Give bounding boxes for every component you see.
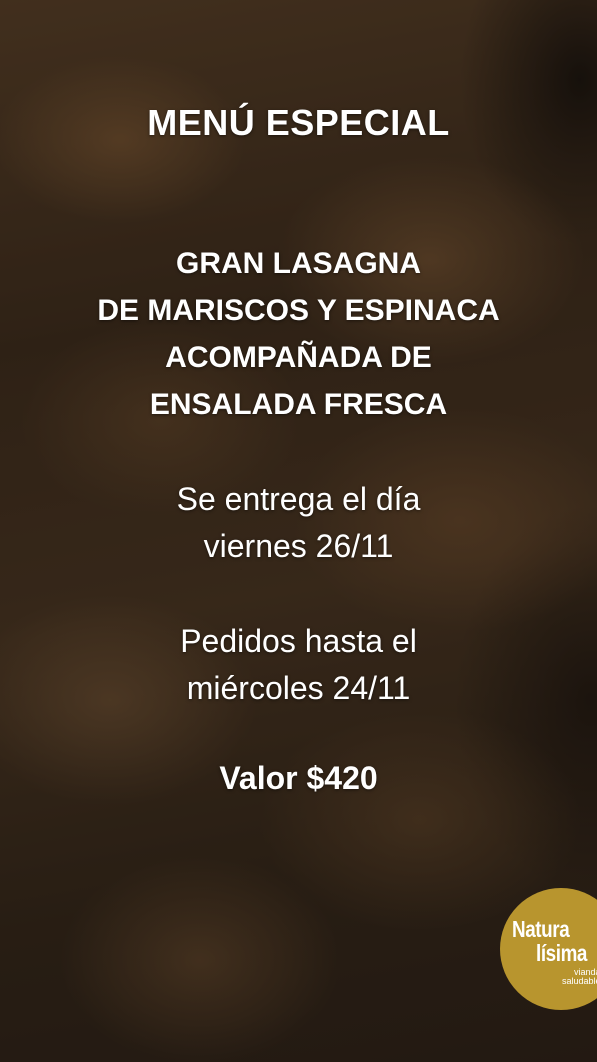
dish-line: ACOMPAÑADA DE [165, 341, 432, 374]
logo-text-line1: Natura [512, 916, 570, 942]
delivery-line: viernes 26/11 [203, 528, 394, 564]
price-label: Valor $420 [219, 760, 378, 796]
logo-tagline-line2: saludables [562, 976, 597, 986]
dish-line: ENSALADA FRESCA [149, 388, 448, 421]
dish-description: GRAN LASAGNA DE MARISCOS Y ESPINACA ACOM… [0, 240, 597, 428]
logo-tagline: viandas saludables [562, 968, 597, 986]
orders-line: Pedidos hasta el [180, 623, 417, 659]
dish-line: GRAN LASAGNA [176, 247, 421, 280]
orders-line: miércoles 24/11 [186, 670, 411, 706]
delivery-line: Se entrega el día [176, 481, 421, 517]
logo-text-line2: lísima [536, 940, 588, 966]
menu-flyer: MENÚ ESPECIAL GRAN LASAGNA DE MARISCOS Y… [0, 0, 597, 1062]
dish-line: DE MARISCOS Y ESPINACA [97, 294, 500, 327]
menu-title: MENÚ ESPECIAL [147, 102, 450, 143]
delivery-info: Se entrega el día viernes 26/11 [0, 476, 597, 570]
orders-info: Pedidos hasta el miércoles 24/11 [0, 618, 597, 712]
